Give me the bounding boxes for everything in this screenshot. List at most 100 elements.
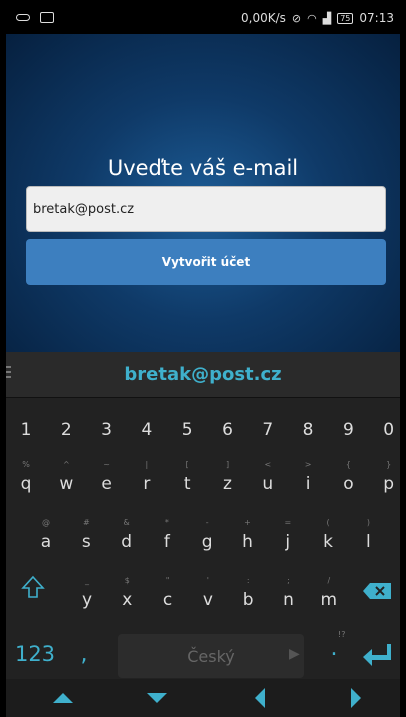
key-label: b [242, 590, 254, 610]
key-label: l [366, 532, 371, 552]
key-row3-4[interactable]: :b [237, 576, 259, 610]
key-label: 7 [262, 420, 274, 440]
key-row1-4[interactable]: [t [176, 460, 198, 494]
key-numbers-9[interactable]: 0 [378, 420, 400, 440]
key-numbers-5[interactable]: 6 [217, 420, 239, 440]
key-row1-2[interactable]: ~ e [96, 460, 118, 494]
period-key[interactable]: !? . [324, 630, 346, 661]
key-numbers-6[interactable]: 7 [257, 420, 279, 440]
key-numbers-0[interactable]: 1 [15, 420, 37, 440]
signup-screen: Uveďte váš e-mail bretak@post.cz Vytvoři… [6, 34, 400, 352]
key-label: r [143, 474, 151, 494]
key-hint: _ [85, 576, 89, 585]
key-label: q [20, 474, 32, 494]
backspace-icon[interactable] [361, 581, 393, 601]
key-row3-1[interactable]: $ x [116, 576, 138, 610]
key-numbers-4[interactable]: 5 [176, 420, 198, 440]
key-hint: $ [124, 576, 130, 585]
key-row2-7[interactable]: (k [317, 518, 339, 552]
key-hint: + [244, 518, 251, 527]
signal-icon: ▟ [322, 11, 332, 25]
key-numbers-2[interactable]: 3 [96, 420, 118, 440]
key-row2-3[interactable]: * f [156, 518, 178, 552]
mode-key[interactable]: 123 [10, 642, 60, 666]
key-label: y [81, 590, 93, 610]
arrow-right-nav-icon[interactable] [350, 687, 362, 709]
key-row1-1[interactable]: ^ w [55, 460, 77, 494]
key-label: z [223, 474, 232, 494]
suggestion-word[interactable]: bretak@post.cz [6, 364, 400, 385]
key-hint: [ [185, 460, 189, 469]
key-numbers-1[interactable]: 2 [55, 420, 77, 440]
key-row2-0[interactable]: @ a [35, 518, 57, 552]
key-label: o [343, 474, 354, 494]
key-numbers-7[interactable]: 8 [297, 420, 319, 440]
create-account-button[interactable]: Vytvořit účet [26, 239, 386, 285]
key-row1-8[interactable]: {o [337, 460, 359, 494]
key-label: u [262, 474, 274, 494]
key-hint: > [304, 460, 312, 469]
key-row1-3[interactable]: | r [136, 460, 158, 494]
key-numbers-8[interactable]: 9 [337, 420, 359, 440]
arrow-right-icon[interactable]: ▶ [289, 646, 300, 662]
key-hint: # [82, 518, 90, 527]
key-hint: * [164, 518, 169, 527]
shift-icon[interactable] [20, 574, 46, 600]
key-label: e [101, 474, 112, 494]
battery-icon: 75 [337, 12, 354, 24]
keyboard: bretak@post.cz 1 2 3 4 5 6 7 8 9 0% q ^ w ~ e | r[t] z < u >… [6, 352, 400, 717]
key-row3-6[interactable]: / m [318, 576, 340, 610]
key-label: j [285, 532, 291, 552]
key-label: 5 [181, 420, 193, 440]
key-hint: - [205, 518, 209, 527]
key-label: t [183, 474, 191, 494]
key-numbers-3[interactable]: 4 [136, 420, 158, 440]
key-row2-1[interactable]: # s [75, 518, 97, 552]
key-label: k [323, 532, 334, 552]
key-row3-0[interactable]: _ y [76, 576, 98, 610]
key-row2-2[interactable]: & d [116, 518, 138, 552]
wifi-icon: ◠ [307, 11, 317, 25]
key-row3-3[interactable]: ' v [197, 576, 219, 610]
key-row1-5[interactable]: ] z [217, 460, 239, 494]
key-hint: & [123, 518, 130, 527]
key-row1-0[interactable]: % q [15, 460, 37, 494]
navigation-bar [6, 679, 400, 717]
key-hint: { [345, 460, 351, 469]
clock: 07:13 [359, 11, 394, 25]
key-row1-9[interactable]: } p [378, 460, 400, 494]
arrow-left-nav-icon[interactable] [254, 687, 266, 709]
key-row2-8[interactable]: ) l [357, 518, 379, 552]
key-label: 6 [222, 420, 233, 440]
key-hint: ) [366, 518, 370, 527]
image-notification-icon [40, 12, 54, 23]
key-row2-6[interactable]: = j [277, 518, 299, 552]
key-row3-5[interactable]: ; n [278, 576, 300, 610]
space-key[interactable]: Český [118, 634, 304, 678]
key-row1-7[interactable]: > i [297, 460, 319, 494]
key-hint: % [22, 460, 30, 469]
arrow-down-icon[interactable] [146, 692, 168, 704]
comma-key[interactable]: , [74, 642, 94, 667]
arrow-up-icon[interactable] [52, 692, 74, 704]
key-label: v [202, 590, 213, 610]
suggestion-bar: bretak@post.cz [6, 352, 400, 398]
key-hint: ^ [62, 460, 70, 469]
key-label: i [305, 474, 311, 494]
key-label: h [242, 532, 253, 552]
key-row2-5[interactable]: + h [237, 518, 259, 552]
key-row3-2[interactable]: " c [157, 576, 179, 610]
key-row1-6[interactable]: < u [257, 460, 279, 494]
key-hint: ( [326, 518, 330, 527]
enter-icon[interactable] [361, 640, 395, 670]
period-key-label: . [330, 636, 338, 661]
key-row2-4[interactable]: -g [196, 518, 218, 552]
key-hint: " [165, 576, 170, 585]
email-field[interactable]: bretak@post.cz [26, 186, 386, 232]
key-label: m [320, 590, 338, 610]
phone-screen: 0,00K/s ⊘ ◠ ▟ 75 07:13 Uveďte váš e-mail… [6, 4, 400, 717]
key-hint: : [246, 576, 250, 585]
key-label: d [121, 532, 132, 552]
key-label: 2 [60, 420, 72, 440]
key-label: n [283, 590, 294, 610]
